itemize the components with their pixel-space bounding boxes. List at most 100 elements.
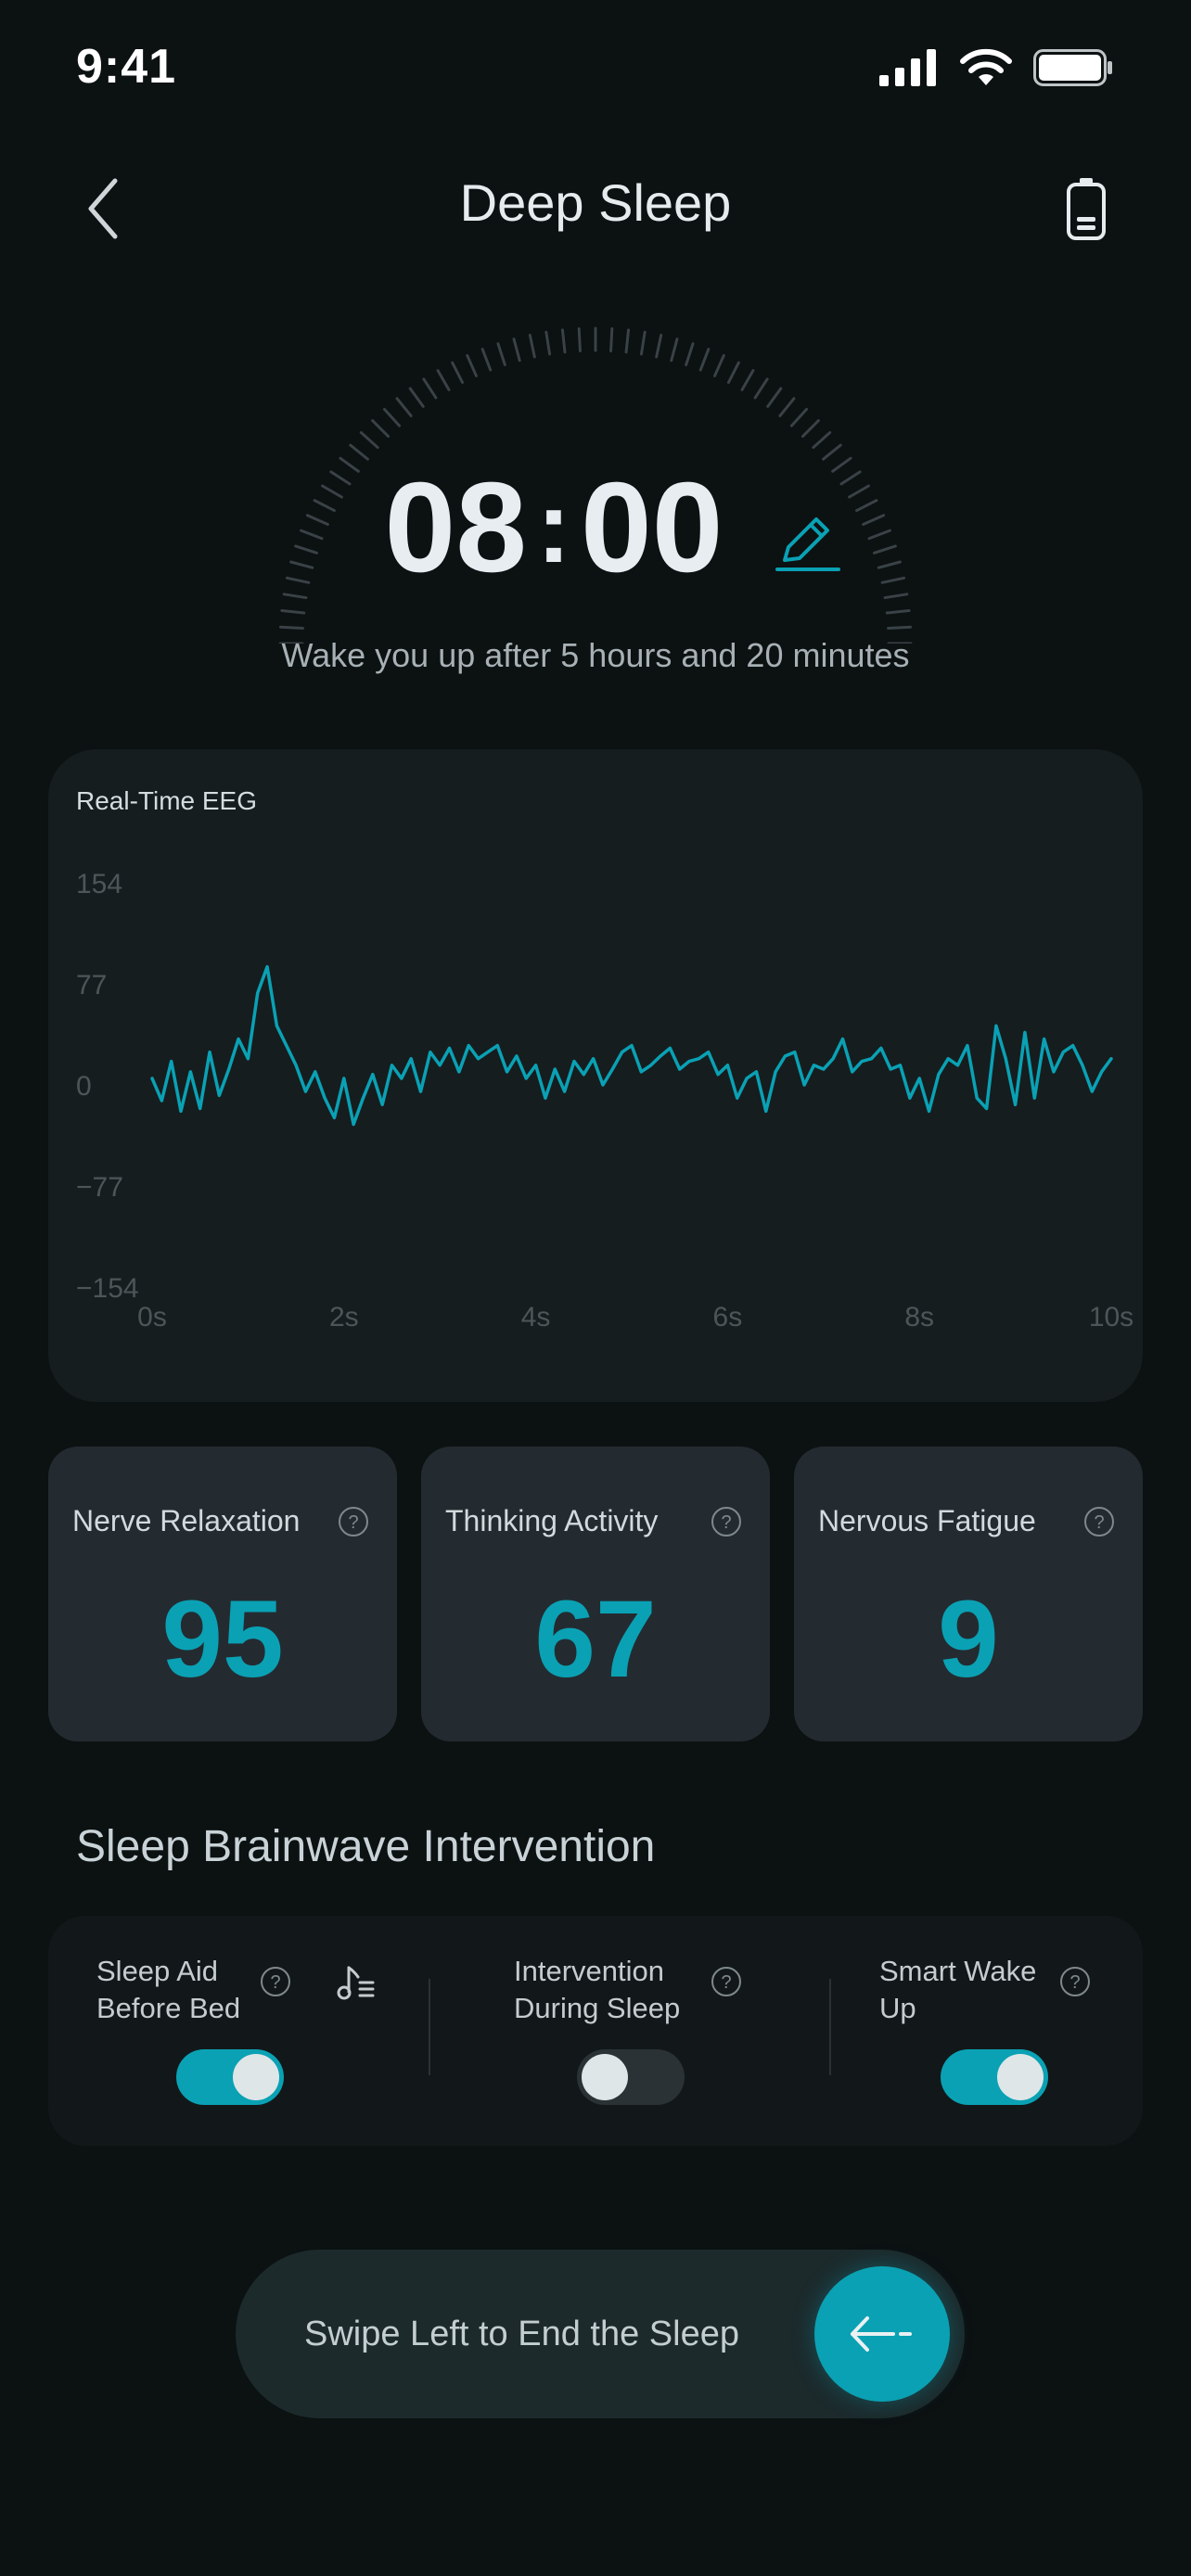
dial-tick (422, 377, 438, 400)
dial-tick (512, 338, 521, 363)
intervention-label-during-sleep: Intervention During Sleep (514, 1953, 680, 2027)
dial-tick (280, 608, 306, 615)
metric-label: Nerve Relaxation (72, 1504, 301, 1537)
eeg-y-tick: −77 (76, 1172, 123, 1203)
swipe-label: Swipe Left to End the Sleep (304, 2315, 739, 2353)
eeg-y-tick: −154 (76, 1273, 139, 1304)
alarm-hours: 08 (384, 456, 528, 599)
metric-value: 67 (534, 1578, 657, 1701)
help-icon[interactable]: ? (1083, 1506, 1115, 1537)
dial-tick (812, 430, 832, 450)
svg-text:?: ? (348, 1512, 358, 1533)
eeg-y-tick: 154 (76, 869, 122, 899)
toggle-smart-wake[interactable] (941, 2049, 1048, 2105)
dial-tick (560, 328, 567, 354)
divider (429, 1979, 430, 2075)
toggle-knob (997, 2054, 1044, 2100)
eeg-x-tick: 10s (1089, 1302, 1133, 1333)
dial-tick (408, 387, 425, 408)
eeg-title: Real-Time EEG (76, 786, 258, 815)
toggle-knob (233, 2054, 279, 2100)
label-line: Before Bed (96, 1992, 241, 2024)
dial-tick (698, 348, 711, 372)
help-icon[interactable]: ? (1059, 1966, 1091, 1997)
dial-tick (496, 342, 506, 366)
metric-label: Nervous Fatigue (818, 1504, 1036, 1537)
dial-tick (685, 342, 695, 366)
dial-tick (395, 397, 413, 417)
label-line: Sleep Aid (96, 1955, 218, 1987)
metric-label: Thinking Activity (445, 1504, 659, 1537)
dial-tick (278, 625, 304, 630)
dial-tick (528, 333, 536, 359)
metric-card-nerve-relaxation: Nerve Relaxation ? 95 (48, 1447, 397, 1741)
dial-tick (800, 419, 820, 439)
arrow-left-icon (851, 2316, 912, 2352)
svg-text:?: ? (1094, 1512, 1104, 1533)
svg-text:?: ? (270, 1972, 280, 1993)
metric-value: 95 (161, 1578, 284, 1701)
status-time: 9:41 (76, 40, 177, 94)
wifi-icon (960, 48, 1012, 85)
intervention-label-smart-wake: Smart Wake Up (879, 1953, 1036, 2027)
eeg-series-line (150, 964, 1113, 1127)
dial-tick (887, 625, 913, 630)
metric-card-nervous-fatigue: Nervous Fatigue ? 9 (794, 1447, 1143, 1741)
dial-tick (753, 377, 769, 400)
label-line: Intervention (514, 1955, 664, 1987)
help-icon[interactable]: ? (711, 1966, 742, 1997)
svg-text:?: ? (721, 1972, 731, 1993)
label-line: Smart Wake (879, 1955, 1037, 1987)
wake-message: Wake you up after 5 hours and 20 minutes (281, 636, 910, 674)
divider (829, 1979, 831, 2075)
label-line: Up (879, 1992, 916, 2024)
intervention-label-sleep-aid: Sleep Aid Before Bed (96, 1953, 240, 2027)
pencil-icon[interactable] (770, 508, 844, 582)
dial-tick (789, 407, 809, 427)
label-line: During Sleep (514, 1992, 681, 2024)
dial-tick (655, 333, 663, 359)
dial-tick (740, 369, 755, 391)
dial-tick (466, 353, 478, 377)
page-title: Deep Sleep (459, 173, 732, 232)
battery-icon (1033, 49, 1112, 86)
eeg-x-tick: 4s (521, 1302, 551, 1333)
svg-text:?: ? (1069, 1972, 1080, 1993)
toggle-during-sleep[interactable] (577, 2049, 685, 2105)
device-battery-icon (1067, 178, 1106, 240)
dial-tick (609, 326, 614, 352)
help-icon[interactable]: ? (338, 1506, 369, 1537)
signal-icon (879, 49, 936, 86)
eeg-x-tick: 0s (137, 1302, 167, 1333)
dial-tick (713, 353, 725, 377)
intervention-card (48, 1916, 1143, 2146)
metric-value: 9 (938, 1578, 999, 1701)
eeg-y-tick: 77 (76, 970, 107, 1001)
dial-tick (359, 430, 379, 450)
section-title: Sleep Brainwave Intervention (76, 1822, 656, 1871)
help-icon[interactable]: ? (711, 1506, 742, 1537)
dial-tick (436, 369, 451, 391)
music-list-icon[interactable] (334, 1960, 378, 2005)
device-battery-button[interactable] (1054, 167, 1119, 250)
dial-tick (778, 397, 796, 417)
eeg-chart: 154 77 0 −77 −1540s 2s 4s 6s 8s 10s (76, 869, 1133, 1333)
toggle-sleep-aid[interactable] (176, 2049, 284, 2105)
dial-tick (639, 330, 647, 356)
dial-tick (670, 338, 679, 363)
eeg-y-tick: 0 (76, 1071, 92, 1102)
dial-tick (624, 328, 631, 354)
help-icon[interactable]: ? (260, 1966, 291, 1997)
dial-tick (451, 361, 465, 384)
eeg-x-tick: 2s (329, 1302, 359, 1333)
eeg-x-tick: 6s (713, 1302, 743, 1333)
dial-tick (480, 348, 493, 372)
alarm-time-display[interactable]: 08:00 (0, 464, 1191, 601)
swipe-handle[interactable] (814, 2266, 950, 2402)
eeg-x-tick: 8s (904, 1302, 934, 1333)
dial-tick (349, 443, 369, 461)
dial-tick (885, 608, 911, 615)
dial-tick (766, 387, 783, 408)
status-icons (879, 48, 1113, 87)
toggle-knob (582, 2054, 628, 2100)
